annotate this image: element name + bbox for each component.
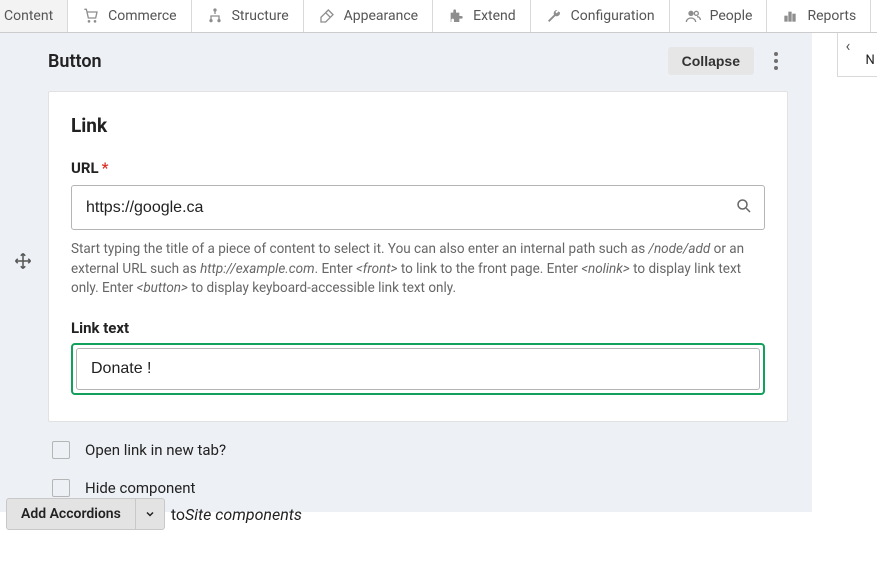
url-label: URL* [71, 159, 765, 177]
right-panel-text: N [866, 53, 875, 68]
more-menu-icon[interactable] [764, 49, 788, 73]
link-heading: Link [71, 114, 765, 137]
hide-component-checkbox[interactable] [52, 479, 70, 497]
chevron-left-icon[interactable]: ‹ [846, 36, 851, 55]
right-panel-fragment: ‹ N [837, 33, 877, 77]
toolbar-item-label: Commerce [108, 8, 176, 24]
open-new-tab-row[interactable]: Open link in new tab? [48, 438, 812, 462]
toolbar-item-configuration[interactable]: Configuration [531, 0, 670, 32]
search-icon[interactable] [735, 197, 753, 219]
toolbar-item-label: Structure [232, 8, 289, 24]
toolbar-item-label: Reports [807, 8, 856, 24]
toolbar-item-people[interactable]: People [670, 0, 768, 32]
toolbar-item-commerce[interactable]: Commerce [68, 0, 191, 32]
link-text-input[interactable] [76, 348, 760, 390]
appearance-icon [318, 7, 336, 25]
toolbar-item-appearance[interactable]: Appearance [304, 0, 433, 32]
toolbar-item-content[interactable]: Content [0, 0, 68, 32]
toolbar-item-extend[interactable]: Extend [433, 0, 531, 32]
collapse-button[interactable]: Collapse [668, 47, 754, 75]
toolbar-item-label: Content [4, 8, 53, 24]
toolbar-item-label: People [710, 8, 753, 24]
url-field: URL* Start typing the title of a piece o… [71, 159, 765, 299]
people-icon [684, 7, 702, 25]
puzzle-icon [447, 7, 465, 25]
open-new-tab-label: Open link in new tab? [85, 441, 226, 459]
toolbar-item-label: Extend [473, 8, 516, 24]
wrench-icon [545, 7, 563, 25]
toolbar-item-structure[interactable]: Structure [192, 0, 304, 32]
add-accordions-button[interactable]: Add Accordions [7, 499, 136, 529]
hide-component-label: Hide component [85, 479, 195, 497]
component-edit-region: Button Collapse Link URL* Start typing t… [0, 33, 812, 512]
add-component-bar: Add Accordions toSite components [6, 498, 302, 530]
add-accordions-split-button: Add Accordions [6, 498, 165, 530]
toolbar-item-label: Configuration [571, 8, 655, 24]
hide-component-row[interactable]: Hide component [48, 476, 812, 500]
component-title: Button [48, 51, 102, 72]
toolbar-item-label: Appearance [344, 8, 418, 24]
toolbar-item-help[interactable]: He [871, 0, 877, 32]
link-card: Link URL* Start typing the title of a pi… [48, 91, 788, 422]
chart-icon [781, 7, 799, 25]
add-destination-text: toSite components [171, 505, 302, 524]
url-help-text: Start typing the title of a piece of con… [71, 240, 765, 299]
required-mark: * [102, 159, 109, 177]
url-input[interactable] [71, 185, 765, 230]
drag-handle-icon[interactable] [14, 252, 34, 272]
structure-icon [206, 7, 224, 25]
link-text-label: Link text [71, 319, 765, 337]
cart-icon [82, 7, 100, 25]
toolbar-item-reports[interactable]: Reports [767, 0, 871, 32]
link-text-focus-ring [71, 343, 765, 395]
admin-toolbar: Content Commerce Structure Appearance Ex… [0, 0, 877, 33]
open-new-tab-checkbox[interactable] [52, 441, 70, 459]
add-accordions-dropdown[interactable] [136, 499, 164, 529]
